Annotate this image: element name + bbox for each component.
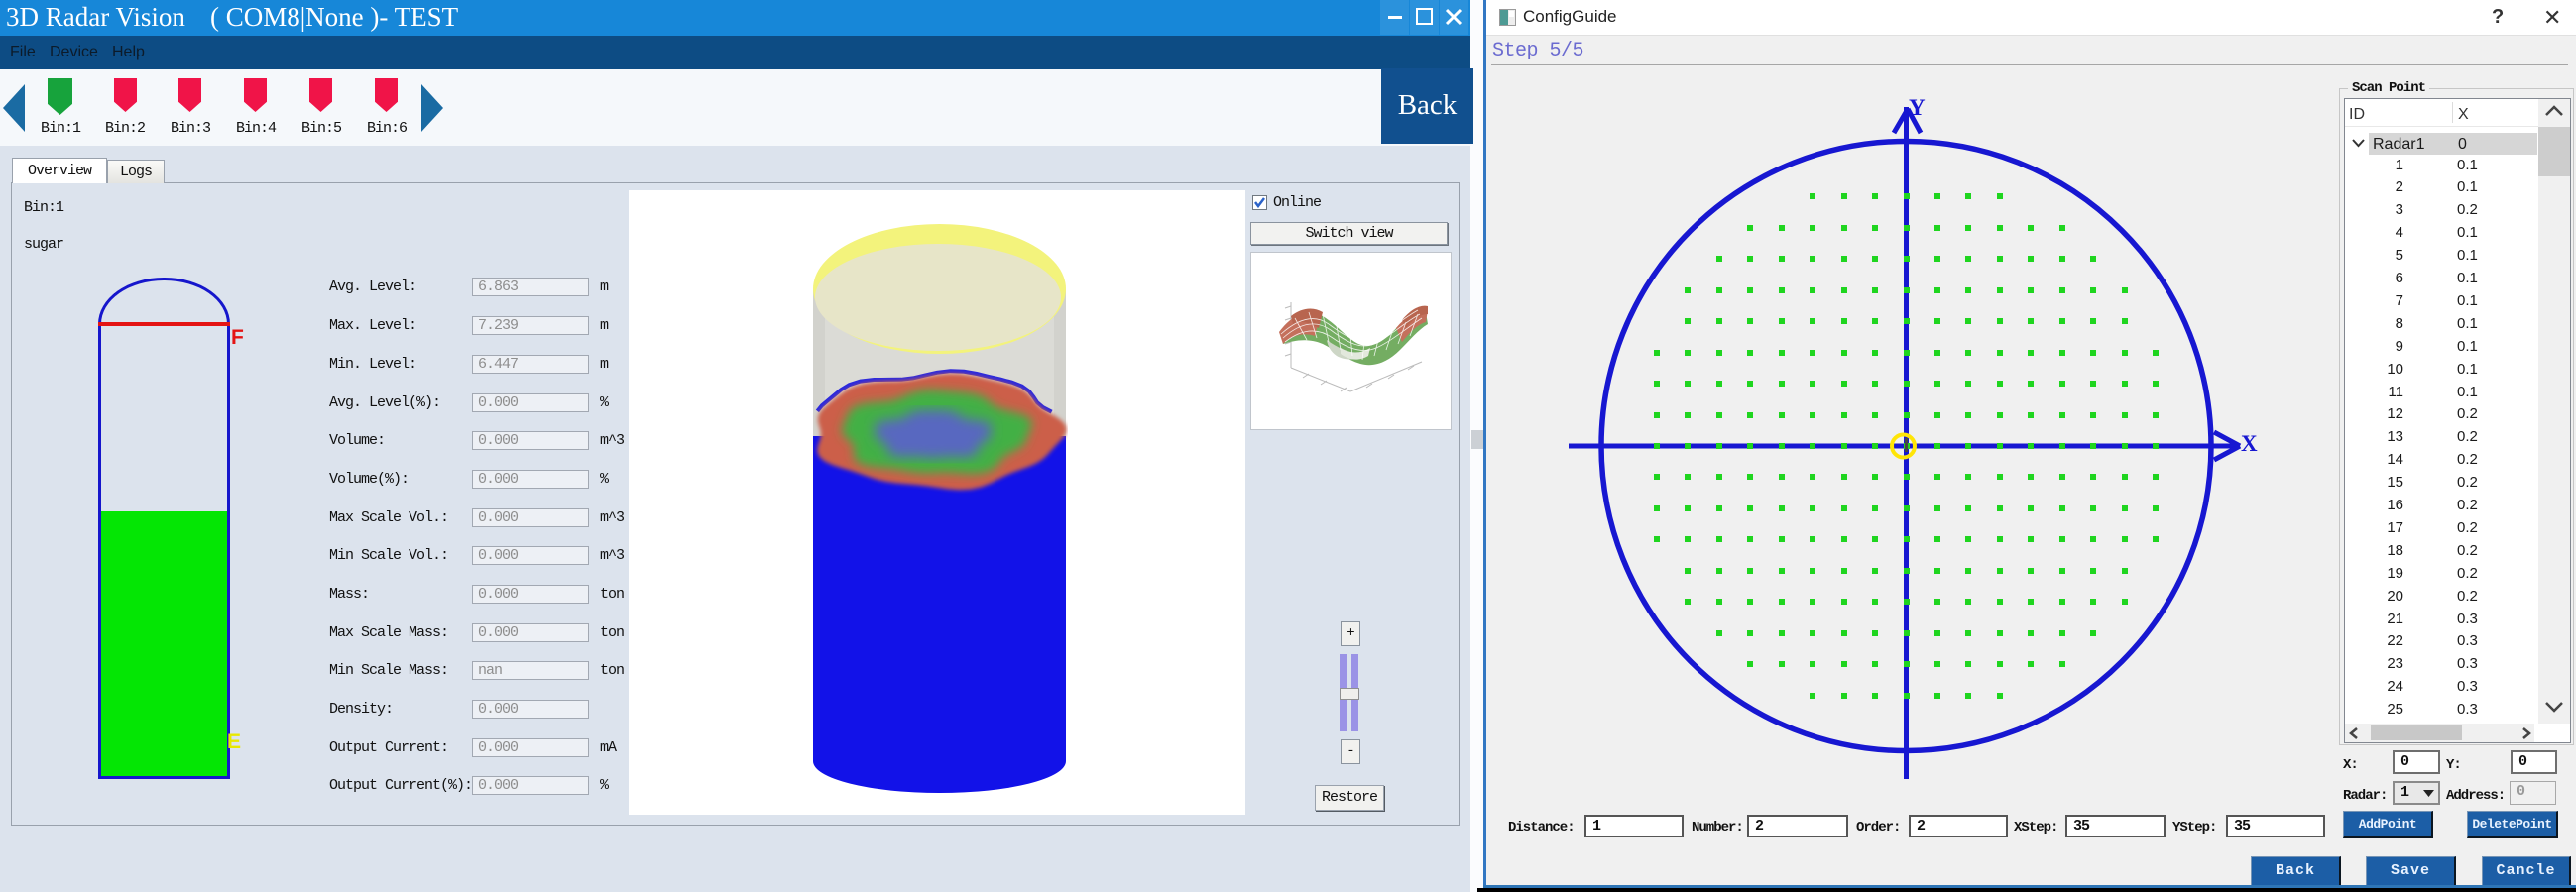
svg-text:X: X [2241,431,2258,456]
svg-text:Y: Y [1909,95,1926,120]
